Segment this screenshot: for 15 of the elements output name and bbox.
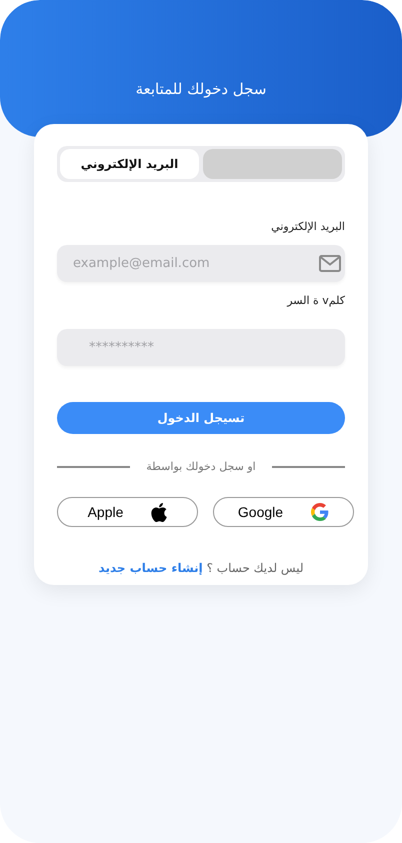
apple-icon <box>151 502 168 522</box>
signup-prompt: ليس لديك حساب ؟ إنشاء حساب جديد <box>98 561 304 575</box>
input-field[interactable]: ********** <box>57 329 345 366</box>
signup-link[interactable]: إنشاء حساب جديد <box>98 561 203 575</box>
input-field[interactable]: example@email.com <box>57 245 345 282</box>
tab[interactable] <box>203 149 342 179</box>
field-label: البريد الإلكتروني <box>271 220 345 233</box>
social-login-button[interactable]: Apple <box>57 497 198 527</box>
google-g-icon <box>311 503 330 521</box>
field-label: كلمv ة السر <box>287 294 345 307</box>
tab[interactable]: البريد الإلكتروني <box>60 149 199 179</box>
header-title: سجل دخولك للمتابعة <box>136 80 266 98</box>
social-login-button[interactable]: Google <box>213 497 354 527</box>
envelope-icon <box>319 255 341 272</box>
divider-text: او سجل دخولك بواسطة <box>146 460 256 473</box>
